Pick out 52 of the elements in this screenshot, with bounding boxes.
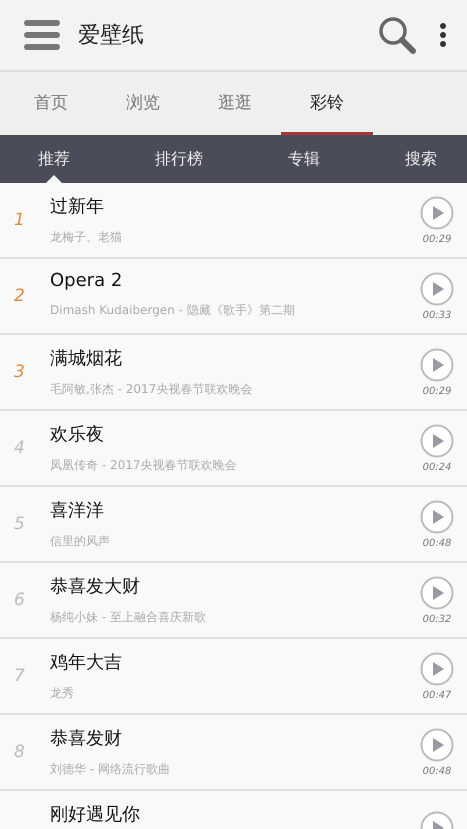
- play-icon[interactable]: [420, 196, 454, 230]
- song-title: 恭喜发财: [50, 727, 122, 750]
- rank-number: 8: [13, 742, 26, 762]
- song-artist: 刘德华 - 网络流行歌曲: [50, 761, 170, 778]
- sub-tab[interactable]: 排行榜: [145, 135, 213, 183]
- play-icon[interactable]: [420, 348, 454, 382]
- play-icon[interactable]: [420, 576, 454, 610]
- song-title: 过新年: [50, 195, 104, 218]
- menu-icon[interactable]: [24, 20, 60, 50]
- song-duration: 00:48: [422, 538, 452, 548]
- rank-number: 4: [13, 438, 26, 458]
- search-icon[interactable]: [377, 15, 417, 55]
- song-duration: 00:47: [422, 690, 452, 700]
- song-artist: 龙梅子、老猫: [50, 229, 122, 246]
- song-title: 鸡年大吉: [50, 651, 122, 674]
- play-icon[interactable]: [420, 652, 454, 686]
- rank-number: 5: [13, 514, 26, 534]
- more-icon[interactable]: [439, 22, 447, 48]
- song-artist: 信里的风声: [50, 533, 110, 550]
- rank-number: 2: [13, 286, 26, 306]
- play-icon[interactable]: [420, 424, 454, 458]
- song-artist: 龙秀: [50, 685, 74, 702]
- song-title: 刚好遇见你: [50, 803, 140, 826]
- song-duration: 00:48: [422, 766, 452, 776]
- rank-number: 6: [13, 590, 26, 610]
- tab[interactable]: 浏览: [97, 72, 189, 135]
- song-title: 满城烟花: [50, 347, 122, 370]
- play-icon[interactable]: [420, 728, 454, 762]
- song-title: 恭喜发大财: [50, 575, 140, 598]
- sub-tab[interactable]: 专辑: [278, 135, 330, 183]
- song-artist: 毛阿敏,张杰 - 2017央视春节联欢晚会: [50, 381, 252, 398]
- tab[interactable]: 逛逛: [189, 72, 281, 135]
- play-icon[interactable]: [420, 500, 454, 534]
- song-title: 喜洋洋: [50, 499, 104, 522]
- song-title: 欢乐夜: [50, 423, 104, 446]
- sub-tab[interactable]: 搜索: [395, 135, 447, 183]
- song-artist: Dimash Kudaibergen - 隐藏《歌手》第二期: [50, 302, 295, 319]
- song-duration: 00:29: [422, 234, 452, 244]
- song-duration: 00:24: [422, 462, 452, 472]
- song-artist: 凤凰传奇 - 2017央视春节联欢晚会: [50, 457, 236, 474]
- rank-number: 3: [13, 362, 26, 382]
- tab[interactable]: 首页: [5, 72, 97, 135]
- song-duration: 00:32: [422, 614, 452, 624]
- song-duration: 00:29: [422, 386, 452, 396]
- song-title: Opera 2: [50, 270, 122, 291]
- song-duration: 00:33: [422, 310, 452, 320]
- rank-number: 1: [13, 210, 26, 230]
- play-icon[interactable]: [420, 272, 454, 306]
- song-artist: 杨纯小妹 - 至上融合喜庆新歌: [50, 609, 206, 626]
- rank-number: 7: [13, 666, 26, 686]
- app-title: 爱壁纸: [78, 22, 145, 50]
- sub-tab[interactable]: 推荐: [28, 135, 80, 183]
